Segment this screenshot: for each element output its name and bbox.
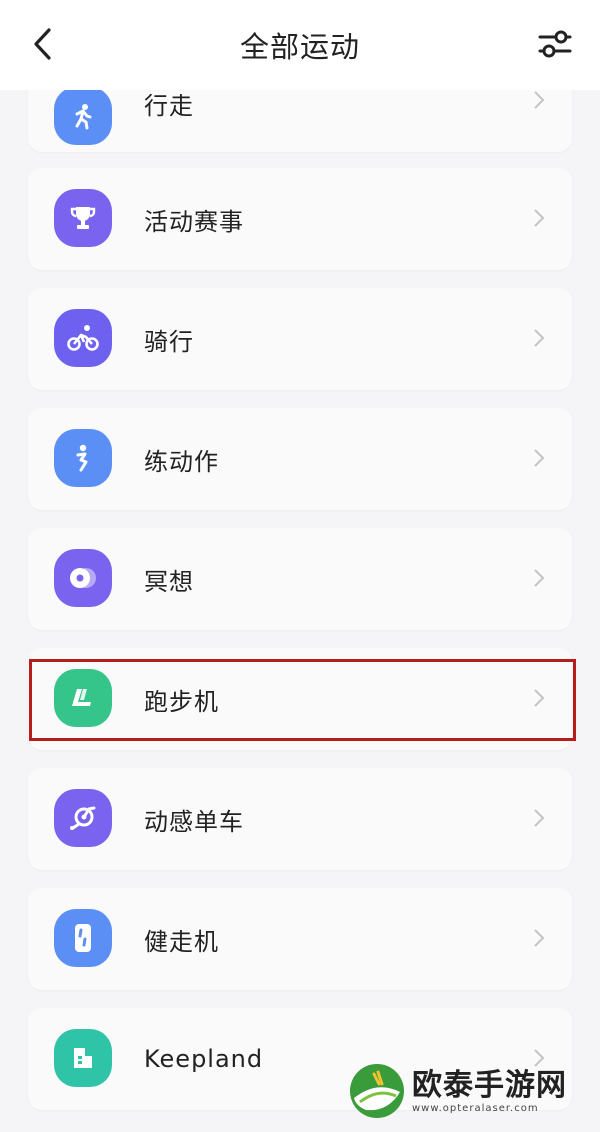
exercise-person-icon	[54, 429, 112, 487]
watermark: 欧泰手游网 www.opteralaser.com	[348, 1060, 588, 1122]
chevron-right-icon	[534, 209, 545, 227]
cycling-icon	[54, 309, 112, 367]
chevron-right-icon	[534, 449, 545, 467]
sport-label: 健走机	[144, 927, 219, 956]
watermark-logo-icon	[350, 1064, 404, 1118]
sport-item-cycling[interactable]: 骑行	[28, 288, 572, 390]
chevron-right-icon	[534, 91, 545, 109]
chevron-right-icon	[534, 689, 545, 707]
sport-item-exercise[interactable]: 练动作	[28, 408, 572, 510]
watermark-url: www.opteralaser.com	[412, 1102, 539, 1114]
page-title: 全部运动	[239, 30, 360, 64]
sport-label: 练动作	[144, 447, 219, 476]
chevron-right-icon	[534, 329, 545, 347]
keepland-icon	[54, 1029, 112, 1087]
sport-label: 活动赛事	[144, 207, 244, 236]
walking-icon	[54, 87, 112, 145]
sport-item-walking-machine[interactable]: 健走机	[28, 888, 572, 990]
treadmill-icon	[54, 669, 112, 727]
sport-label: Keepland	[144, 1045, 264, 1073]
walking-machine-icon	[54, 909, 112, 967]
watermark-name: 欧泰手游网	[412, 1067, 567, 1103]
sport-label: 动感单车	[144, 807, 244, 836]
sport-item-treadmill[interactable]: 跑步机	[28, 648, 572, 750]
filter-button[interactable]	[536, 24, 574, 64]
trophy-icon	[54, 189, 112, 247]
sport-label: 骑行	[144, 327, 194, 356]
sport-item-meditation[interactable]: 冥想	[28, 528, 572, 630]
sport-item-spin-bike[interactable]: 动感单车	[28, 768, 572, 870]
chevron-right-icon	[534, 569, 545, 587]
sport-item-events[interactable]: 活动赛事	[28, 168, 572, 270]
chevron-right-icon	[534, 809, 545, 827]
sport-list: 行走 活动赛事 骑行 练动作 冥想 跑步机 动感单车 健走机 Keepland	[0, 0, 600, 1132]
sport-label: 冥想	[144, 567, 194, 596]
chevron-right-icon	[534, 929, 545, 947]
top-navigation-bar: 全部运动	[0, 0, 600, 90]
sport-label: 跑步机	[144, 687, 219, 716]
filter-sliders-icon	[538, 30, 572, 58]
meditation-icon	[54, 549, 112, 607]
spin-bike-icon	[54, 789, 112, 847]
